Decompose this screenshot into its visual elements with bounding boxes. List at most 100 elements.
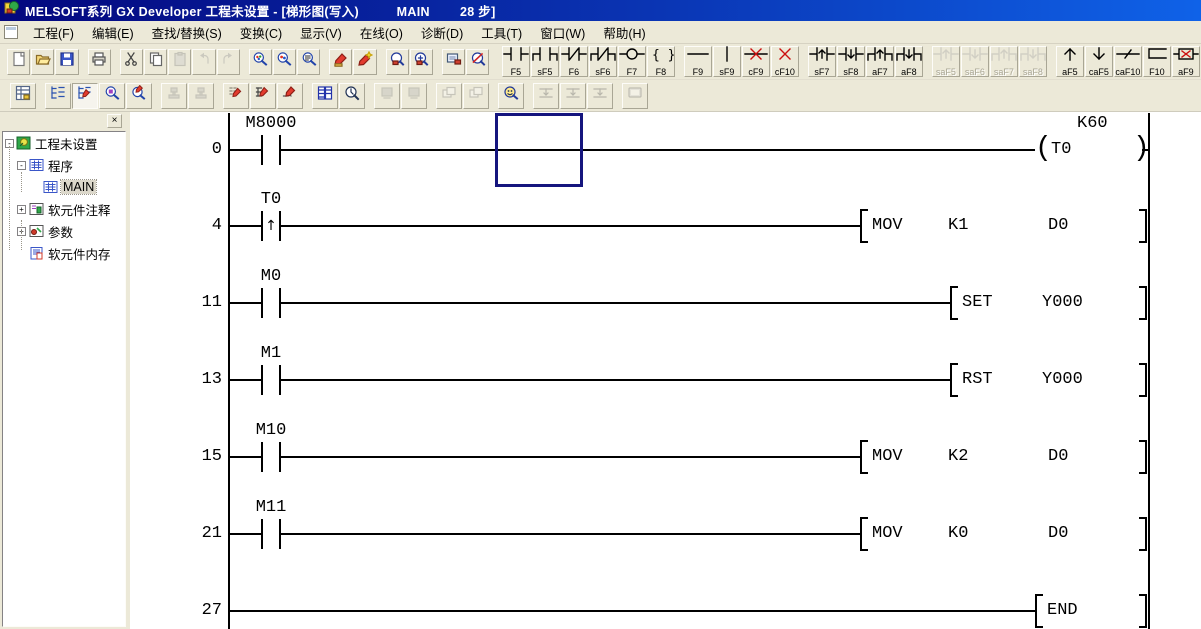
tree-item-0[interactable]: -工程未设置	[3, 132, 125, 154]
rising-pulse-contact-button[interactable]: sF7	[808, 46, 836, 77]
instruction-open-bracket	[860, 517, 868, 551]
ladder-editor[interactable]: 0K60(T0)M80004MOVK1D0T0↑11SETY000M013RST…	[130, 112, 1201, 629]
rung-line	[228, 302, 950, 304]
window-cascade-icon	[441, 85, 457, 106]
coil-open-paren: (	[1035, 134, 1052, 164]
instruction-opcode: RST	[962, 370, 993, 389]
menu-item-2[interactable]: 查找/替换(S)	[143, 20, 231, 45]
menu-item-9[interactable]: 帮助(H)	[594, 20, 654, 45]
ladder-edit-mode-button[interactable]	[72, 83, 98, 109]
pulse-down-operation-icon	[1086, 46, 1112, 67]
zoom-cancel-button[interactable]	[466, 49, 489, 75]
menu-item-7[interactable]: 工具(T)	[472, 20, 531, 45]
mdi-child-icon[interactable]	[4, 25, 18, 39]
horizontal-line-branch-icon	[1144, 46, 1170, 67]
find-button[interactable]	[249, 49, 272, 75]
monitor-mode-button[interactable]	[99, 83, 125, 109]
new-project-button[interactable]	[7, 49, 30, 75]
monitor-start-button[interactable]	[339, 83, 365, 109]
step-number: 21	[142, 524, 222, 543]
delete-vertical-line-button[interactable]: cF10	[771, 46, 799, 77]
screen-switch-icon	[446, 51, 462, 72]
parallel-rising-pulse-key-label: aF7	[872, 67, 888, 77]
parallel-falling-pulse-button[interactable]: aF8	[895, 46, 923, 77]
menu-item-8[interactable]: 窗口(W)	[531, 20, 594, 45]
invert-operation-result-button[interactable]: caF10	[1114, 46, 1142, 77]
open-project-button[interactable]	[31, 49, 54, 75]
rung-line	[228, 456, 860, 458]
pulse-down-operation-button[interactable]: caF5	[1085, 46, 1113, 77]
entry-data-monitor-button[interactable]	[498, 83, 524, 109]
invert-operation-result-icon	[1115, 46, 1141, 67]
menu-item-1[interactable]: 编辑(E)	[83, 20, 143, 45]
open-contact-button[interactable]: F5	[502, 46, 530, 77]
pulse-up-operation-button[interactable]: aF5	[1056, 46, 1084, 77]
instruction-close-bracket	[1139, 286, 1147, 320]
menu-bar: 工程(F)编辑(E)查找/替换(S)变换(C)显示(V)在线(O)诊断(D)工具…	[0, 21, 1201, 44]
horizontal-line-button[interactable]: F9	[684, 46, 712, 77]
vertical-line-icon	[714, 46, 740, 67]
pulse-up-operation-icon	[1057, 46, 1083, 67]
print-button[interactable]	[88, 49, 111, 75]
menu-item-4[interactable]: 显示(V)	[291, 20, 351, 45]
parallel-open-contact-icon	[532, 46, 558, 67]
parallel-closed-contact-button[interactable]: sF6	[589, 46, 617, 77]
zoom-out-button[interactable]	[386, 49, 409, 75]
rung-delete-button	[587, 83, 613, 109]
ladder-logic-test-button[interactable]	[10, 83, 36, 109]
tree-item-3[interactable]: +软元件注释	[3, 198, 125, 220]
tree-item-label: 程序	[48, 156, 73, 175]
parallel-rising-pulse-button[interactable]: aF7	[866, 46, 894, 77]
paste-button	[168, 49, 191, 75]
device-test-button[interactable]	[329, 49, 352, 75]
monitor-pause-icon	[406, 85, 422, 106]
find-instruction-button[interactable]	[297, 49, 320, 75]
monitor-pause-button	[401, 83, 427, 109]
coil-button[interactable]: F7	[618, 46, 646, 77]
statement-edit-button[interactable]	[250, 83, 276, 109]
note-edit-button[interactable]	[277, 83, 303, 109]
save-project-button[interactable]	[55, 49, 78, 75]
delete-line-button[interactable]: aF9	[1172, 46, 1200, 77]
statement-list-button	[533, 83, 559, 109]
collapse-toggle[interactable]: -	[17, 161, 26, 170]
horizontal-line-branch-button[interactable]: F10	[1143, 46, 1171, 77]
copy-button[interactable]	[144, 49, 167, 75]
program-convert-button[interactable]	[312, 83, 338, 109]
expand-toggle[interactable]: +	[17, 205, 26, 214]
menu-item-3[interactable]: 变换(C)	[231, 20, 291, 45]
instruction-open-bracket	[860, 440, 868, 474]
coil-key-label: F7	[627, 67, 638, 77]
device-batch-edit-button[interactable]	[353, 49, 376, 75]
instruction-arg: Y000	[1042, 293, 1083, 312]
zoom-in-button[interactable]	[410, 49, 433, 75]
comment-display-icon	[627, 85, 643, 106]
instruction-close-bracket	[1139, 440, 1147, 474]
menu-item-0[interactable]: 工程(F)	[24, 20, 83, 45]
device-comment-edit-icon	[228, 85, 244, 106]
cut-button[interactable]	[120, 49, 143, 75]
closed-contact-button[interactable]: F6	[560, 46, 588, 77]
monitor-write-mode-button[interactable]	[126, 83, 152, 109]
application-instruction-button[interactable]: { }F8	[647, 46, 675, 77]
vertical-line-button[interactable]: sF9	[713, 46, 741, 77]
panel-close-button[interactable]: ×	[107, 114, 122, 128]
device-comment-edit-button[interactable]	[223, 83, 249, 109]
device-test-icon	[333, 51, 349, 72]
parallel-falling-pulse-icon	[896, 46, 922, 67]
pulse-up-operation-key-label: aF5	[1062, 67, 1078, 77]
instruction-arg: D0	[1048, 447, 1068, 466]
project-data-list-button[interactable]	[45, 83, 71, 109]
menu-item-6[interactable]: 诊断(D)	[412, 20, 472, 45]
falling-pulse-contact-button[interactable]: sF8	[837, 46, 865, 77]
parallel-open-contact-button[interactable]: sF5	[531, 46, 559, 77]
statement-list-icon	[538, 85, 554, 106]
screen-switch-button[interactable]	[442, 49, 465, 75]
step-number: 0	[142, 140, 222, 159]
find-device-button[interactable]	[273, 49, 296, 75]
project-tree: -工程未设置-程序MAIN+软元件注释+参数软元件内存	[2, 131, 126, 627]
delete-horizontal-line-button[interactable]: cF9	[742, 46, 770, 77]
edit-cursor[interactable]	[495, 113, 583, 187]
instruction-opcode: END	[1047, 601, 1078, 620]
menu-item-5[interactable]: 在线(O)	[351, 20, 412, 45]
